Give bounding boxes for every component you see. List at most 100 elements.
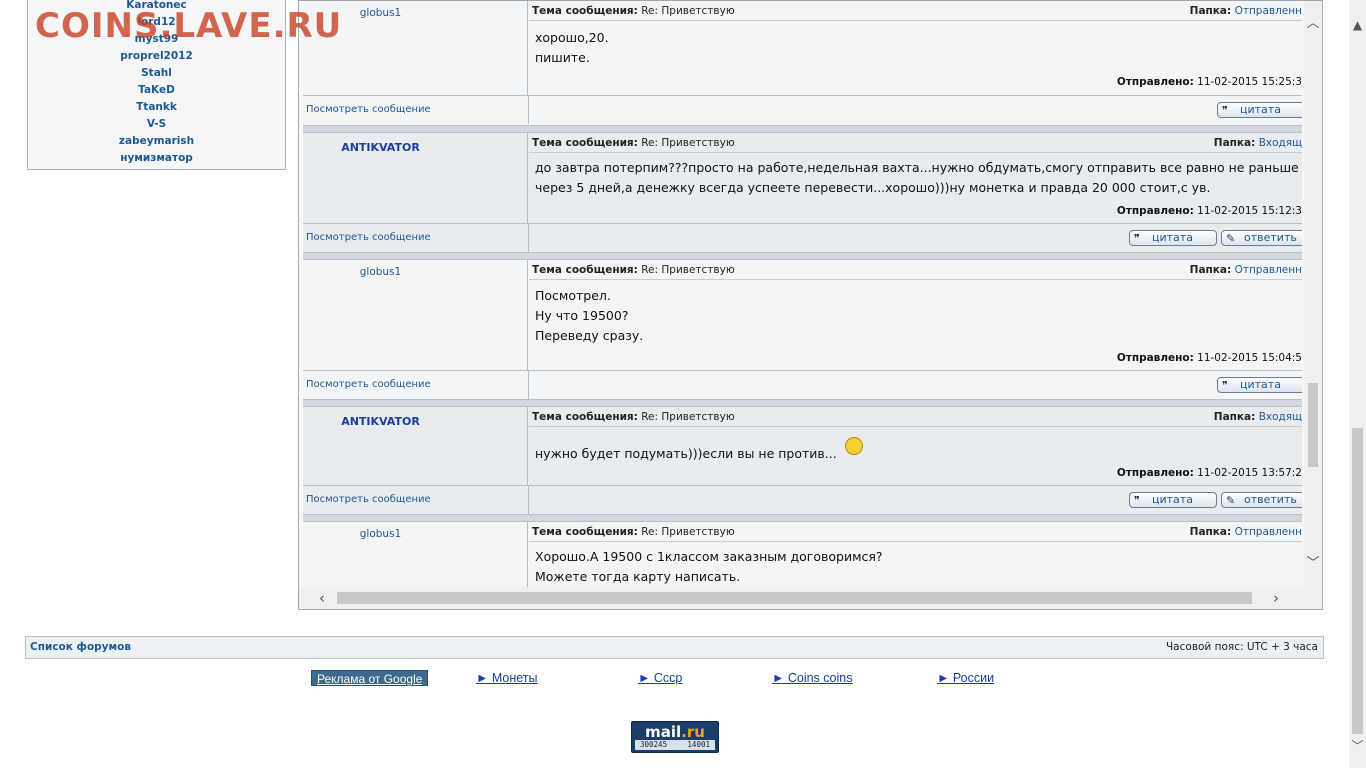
quote-icon: ❞ <box>1134 494 1140 507</box>
quote-button[interactable]: ❞ цитата <box>1217 377 1302 393</box>
timezone-label: Часовой пояс: UTC + 3 часа <box>1165 641 1318 653</box>
view-message-link[interactable]: Посмотреть сообщение <box>306 379 431 390</box>
message-author[interactable]: ANTIKVATOR <box>303 141 458 154</box>
message-footer: Посмотреть сообщение ❞ цитата ✎ ответить <box>303 223 1302 252</box>
google-ads-label[interactable]: Реклама от Google <box>311 670 429 686</box>
mailru-counter[interactable]: mail.ru 300245 14001 <box>631 721 719 753</box>
thread-vertical-scrollbar[interactable]: ︿ ﹀ <box>1304 1 1322 587</box>
scrollbar-thumb[interactable] <box>1352 428 1363 734</box>
chevron-left-icon[interactable]: ‹ <box>319 589 325 607</box>
user-link[interactable]: V-S <box>28 116 285 133</box>
chevron-down-icon[interactable]: ﹀ <box>1349 737 1366 754</box>
subject-label: Тема сообщения: <box>532 264 638 276</box>
forum-footer-bar: Список форумов Часовой пояс: UTC + 3 час… <box>25 636 1324 659</box>
message-author[interactable]: globus1 <box>303 528 458 540</box>
subject-label: Тема сообщения: <box>532 5 638 17</box>
message-header: Тема сообщения: Re: Приветствую Папка: О… <box>529 260 1302 280</box>
quote-icon: ❞ <box>1222 379 1228 392</box>
quote-button[interactable]: ❞ цитата <box>1129 492 1217 508</box>
reply-button[interactable]: ✎ ответить <box>1221 492 1302 508</box>
message-item: globus1 Тема сообщения: Re: Приветствую … <box>303 1 1302 125</box>
message-sent-time: Отправлено: 11-02-2015 15:25:3 <box>1116 76 1302 88</box>
message-author[interactable]: ANTIKVATOR <box>303 415 458 428</box>
user-link[interactable]: zabeymarish <box>28 133 285 150</box>
message-footer: Посмотреть сообщение ❞ цитата <box>303 370 1302 399</box>
thread-horizontal-scrollbar[interactable]: ‹ › <box>299 587 1322 609</box>
view-message-link[interactable]: Посмотреть сообщение <box>306 494 431 505</box>
message-folder: Папка: Отправленн <box>1189 526 1302 538</box>
message-header: Тема сообщения: Re: Приветствую Папка: О… <box>529 1 1302 21</box>
message-sent-time: Отправлено: 11-02-2015 13:57:2 <box>1116 467 1302 479</box>
page-vertical-scrollbar[interactable]: ▲ ﹀ <box>1349 0 1366 768</box>
subject-label: Тема сообщения: <box>532 411 638 423</box>
subject-label: Тема сообщения: <box>532 526 638 538</box>
reply-button[interactable]: ✎ ответить <box>1221 230 1302 246</box>
message-body: хорошо,20. пишите. <box>535 30 609 65</box>
message-header: Тема сообщения: Re: Приветствую Папка: В… <box>529 407 1302 427</box>
message-subject: Re: Приветствую <box>641 137 735 149</box>
ad-link[interactable]: ► Coins coins <box>772 671 852 685</box>
chevron-down-icon[interactable]: ﹀ <box>1304 555 1322 573</box>
message-thread-viewport: globus1 Тема сообщения: Re: Приветствую … <box>303 1 1302 587</box>
quote-button[interactable]: ❞ цитата <box>1217 102 1302 118</box>
message-author[interactable]: globus1 <box>303 7 458 19</box>
message-body: Хорошо.А 19500 с 1классом заказным догов… <box>535 549 883 584</box>
view-message-link[interactable]: Посмотреть сообщение <box>306 232 431 243</box>
message-sent-time: Отправлено: 11-02-2015 15:04:5 <box>1116 352 1302 364</box>
ad-link[interactable]: ► Ссср <box>638 671 682 685</box>
message-sent-time: Отправлено: 11-02-2015 15:12:3 <box>1116 205 1302 217</box>
message-separator <box>303 125 1302 133</box>
user-link[interactable]: Ttankk <box>28 99 285 116</box>
ad-link[interactable]: ► Монеты <box>476 671 538 685</box>
user-link[interactable]: proprel2012 <box>28 48 285 65</box>
message-folder: Папка: Отправленн <box>1189 5 1302 17</box>
smiley-icon <box>844 437 863 455</box>
message-item: globus1 Тема сообщения: Re: Приветствую … <box>303 522 1302 587</box>
chevron-up-icon[interactable]: ︿ <box>1304 15 1322 33</box>
message-header: Тема сообщения: Re: Приветствую Папка: В… <box>529 133 1302 153</box>
quote-button[interactable]: ❞ цитата <box>1129 230 1217 246</box>
user-link[interactable]: myst99 <box>28 31 285 48</box>
message-separator <box>303 514 1302 522</box>
message-body: до завтра потерпим???просто на работе,не… <box>535 160 1302 195</box>
message-folder: Папка: Входящ <box>1213 137 1302 149</box>
message-body: Посмотрел. Ну что 19500? Переведу сразу. <box>535 288 644 343</box>
user-link[interactable]: Stahl <box>28 65 285 82</box>
reply-icon: ✎ <box>1226 494 1236 507</box>
scrollbar-thumb[interactable] <box>1308 383 1318 467</box>
message-subject: Re: Приветствую <box>641 5 735 17</box>
user-link[interactable]: lord12 <box>28 14 285 31</box>
quote-icon: ❞ <box>1222 104 1228 117</box>
message-subject: Re: Приветствую <box>641 526 735 538</box>
message-thread-frame[interactable]: globus1 Тема сообщения: Re: Приветствую … <box>298 0 1323 610</box>
forum-list-link[interactable]: Список форумов <box>30 637 131 658</box>
message-author[interactable]: globus1 <box>303 266 458 278</box>
message-folder: Папка: Входящ <box>1213 411 1302 423</box>
subject-label: Тема сообщения: <box>532 137 638 149</box>
message-footer: Посмотреть сообщение ❞ цитата ✎ ответить <box>303 485 1302 514</box>
user-link[interactable]: Karatonec <box>28 0 285 14</box>
chevron-up-icon[interactable]: ▲ <box>1349 18 1366 32</box>
online-users-list: Karatonec lord12 myst99 proprel2012 Stah… <box>27 0 286 170</box>
counter-values: 300245 14001 <box>635 740 715 750</box>
mailru-logo: mail.ru <box>645 723 705 741</box>
user-link[interactable]: TaKeD <box>28 82 285 99</box>
quote-icon: ❞ <box>1134 232 1140 245</box>
message-header: Тема сообщения: Re: Приветствую Папка: О… <box>529 522 1302 542</box>
ad-link[interactable]: ► России <box>937 671 994 685</box>
message-subject: Re: Приветствую <box>641 264 735 276</box>
chevron-right-icon[interactable]: › <box>1273 589 1279 607</box>
message-separator <box>303 399 1302 407</box>
message-body: нужно будет подумать)))если вы не против… <box>529 437 1302 464</box>
message-subject: Re: Приветствую <box>641 411 735 423</box>
message-item: ANTIKVATOR Тема сообщения: Re: Приветств… <box>303 133 1302 252</box>
user-link[interactable]: нумизматор <box>28 150 285 167</box>
view-message-link[interactable]: Посмотреть сообщение <box>306 104 431 115</box>
message-footer: Посмотреть сообщение ❞ цитата <box>303 95 1302 124</box>
message-item: globus1 Тема сообщения: Re: Приветствую … <box>303 260 1302 399</box>
message-folder: Папка: Отправленн <box>1189 264 1302 276</box>
message-separator <box>303 252 1302 260</box>
reply-icon: ✎ <box>1226 232 1236 245</box>
scrollbar-thumb[interactable] <box>337 592 1252 604</box>
message-item: ANTIKVATOR Тема сообщения: Re: Приветств… <box>303 407 1302 514</box>
